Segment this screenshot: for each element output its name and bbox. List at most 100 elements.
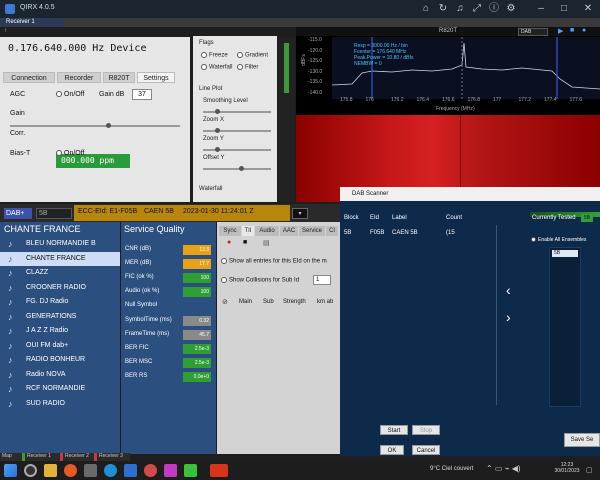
service-list-header: CHANTE FRANCE [4,224,81,234]
system-tray-icons[interactable]: ⌃ ▭ ⌁ ◀) [486,464,521,473]
start-menu-icon[interactable] [4,464,17,477]
service-item[interactable]: ♪ RCF NORMANDIE [0,382,120,396]
record-icon[interactable]: ● [227,239,231,246]
service-item[interactable]: ♪ GENERATIONS [0,310,120,324]
tab-settings[interactable]: Settings [137,72,175,83]
document-icon[interactable]: ▤ [263,239,270,247]
minimize-icon[interactable]: – [535,3,547,15]
tab-service[interactable]: Service [299,226,325,236]
maximize-icon[interactable]: □ [558,3,570,15]
close-icon[interactable]: ✕ [582,3,594,15]
gain-db-input[interactable]: 37 [132,89,152,100]
agc-toggle[interactable]: On/Off [56,91,85,98]
chevron-right-icon[interactable]: › [506,309,511,325]
status-map[interactable]: Map [2,453,12,459]
sub-id-select[interactable]: 1 [313,275,331,285]
block-list-selected[interactable]: 5B [552,250,578,257]
tab-audio[interactable]: Audio [255,226,279,236]
dab-dropdown[interactable]: ▾ [292,208,308,219]
firefox-icon[interactable] [64,464,77,477]
cancel-button[interactable]: Cancel [412,445,440,455]
tab-r820t[interactable]: R820T [103,72,135,83]
status-receiver-1[interactable]: Receiver 1 [22,453,60,461]
notification-icon[interactable]: ▢ [586,466,593,474]
scan-row-block[interactable]: 5B [344,230,351,236]
show-collisions-option[interactable]: Show Collisions for Sub Id [221,277,299,284]
stop-icon[interactable]: ■ [243,239,247,246]
tab-sync[interactable]: Sync [219,226,241,236]
tab-recorder[interactable]: Recorder [57,72,101,83]
qirx-taskbar-icon[interactable] [210,464,228,477]
spectrum-title: R820T [296,27,600,36]
store-icon[interactable] [124,464,137,477]
tab-receiver-1[interactable]: Receiver 1 [0,18,64,27]
record-icon[interactable]: ● [582,27,586,34]
enable-all-ensembles[interactable]: Enable All Ensembles [531,237,586,243]
gain-label: Gain [10,110,25,117]
start-button[interactable]: Start [380,425,408,435]
ok-button[interactable]: OK [380,445,404,455]
biast-toggle[interactable]: On/Off [56,150,85,157]
refresh-icon[interactable]: ↻ [437,3,449,15]
show-all-entries-option[interactable]: Show all entries for this EId on the m [221,258,327,265]
block-list[interactable]: 5B [549,247,581,407]
service-item[interactable]: ♪ SUD RADIO [0,397,120,411]
freeze-radio[interactable]: Freeze [201,52,228,59]
app-icon-1[interactable] [144,464,157,477]
clear-icon[interactable]: ⊘ [222,298,228,306]
stop-icon[interactable]: ■ [570,27,574,34]
mode-select[interactable]: DAB [518,28,548,36]
status-receiver-2[interactable]: Receiver 2 [60,453,92,461]
tab-cl[interactable]: Cl [326,226,338,236]
clock[interactable]: 12:23 30/01/2023 [552,462,582,474]
col-count: Count [446,215,463,221]
zoomx-slider[interactable] [203,128,271,133]
smoothing-slider[interactable] [203,109,271,114]
offsety-slider[interactable] [203,166,271,171]
service-item[interactable]: ♪ FG. DJ Radio [0,295,120,309]
tab-aac[interactable]: AAC [280,226,298,236]
service-item[interactable]: ♪ CROONER RADIO [0,281,120,295]
service-item[interactable]: ♪ Radio NOVA [0,368,120,382]
service-item[interactable]: ♪ CLAZZ [0,266,120,280]
app-icon-3[interactable] [184,464,197,477]
settings-icon[interactable]: ⚙ [505,3,517,15]
edge-icon[interactable] [104,464,117,477]
filter-radio[interactable]: Filter [237,64,258,71]
y-tick-label: -125.0 [308,58,323,64]
gain-slider-thumb[interactable] [106,123,111,128]
scan-row-label[interactable]: CAEN 5B [392,230,418,236]
scan-row-eid[interactable]: F05B [370,230,384,236]
app-icon-2[interactable] [164,464,177,477]
settings-icon[interactable] [84,464,97,477]
save-button[interactable]: Save Se [564,433,600,447]
service-item[interactable]: ♪ CHANTE FRANCE [0,251,120,266]
fullscreen-icon[interactable]: ⤢ [471,3,483,15]
window-title: QIRX 4.0.5 [20,4,55,11]
scan-row-count[interactable]: (15 [446,230,455,236]
play-icon[interactable]: ▶ [558,27,563,35]
file-explorer-icon[interactable] [44,464,57,477]
x-tick-label: 177 [493,97,502,103]
gradient-radio[interactable]: Gradient [237,52,268,59]
ensemble-id-select[interactable]: 5B [36,208,72,219]
bell-icon[interactable]: ♫ [454,3,466,15]
search-icon[interactable] [24,464,37,477]
info-icon[interactable]: ⓘ [488,3,500,15]
tab-tii[interactable]: TII [242,226,254,236]
waterfall-radio[interactable]: Waterfall [201,64,232,71]
chevron-left-icon[interactable]: ‹ [506,282,511,298]
gain-slider[interactable] [10,123,180,128]
service-item[interactable]: ♪ OUI FM dab+ [0,339,120,353]
status-receiver-3[interactable]: Receiver 3 [94,453,126,461]
zoomy-slider[interactable] [203,147,271,152]
zoomx-label: Zoom X [203,117,225,123]
tab-connection[interactable]: Connection [3,72,55,83]
service-item[interactable]: ♪ RADIO BONHEUR [0,353,120,367]
stop-button[interactable]: Stop [412,425,440,435]
service-item[interactable]: ♪ BLEU NORMANDIE B [0,237,120,251]
service-item[interactable]: ♪ J A Z Z Radio [0,324,120,338]
home-icon[interactable]: ⌂ [420,3,432,15]
dab-mode-select[interactable]: DAB+ [4,208,32,219]
weather[interactable]: 9°C Ciel couvert [430,466,473,472]
